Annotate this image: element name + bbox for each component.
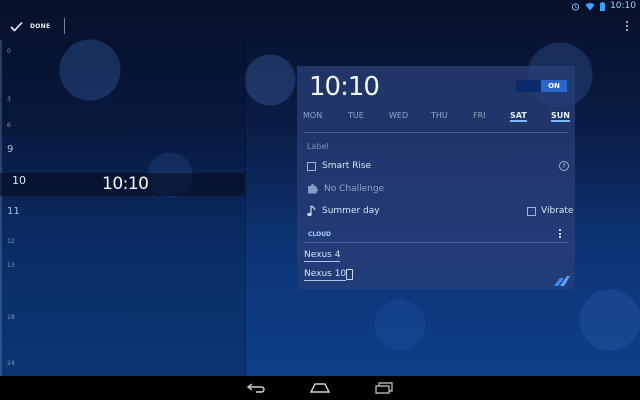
back-button[interactable] (246, 379, 266, 397)
phone-icon (346, 269, 353, 280)
timeline-current-time: 10:10 (102, 174, 149, 194)
screen: 10:10 DONE 0 3 6 9 10 11 12 13 18 24 10:10 10:10 … (0, 0, 640, 376)
hour-mark: 9 (7, 144, 14, 155)
home-button[interactable] (310, 379, 330, 397)
vibrate-row[interactable]: Vibrate (527, 206, 573, 216)
recent-apps-button[interactable] (374, 379, 394, 397)
navigation-bar (0, 376, 640, 400)
recent-apps-icon (375, 382, 393, 394)
days-row: MON TUE WED THU FRI SAT SUN (303, 111, 570, 123)
app-logo-icon (554, 276, 570, 286)
menu-dot-icon (559, 232, 561, 235)
status-time: 10:10 (610, 1, 636, 11)
hour-mark: 10 (12, 174, 26, 187)
alarm-card: 10:10 ON MON TUE WED THU FRI SAT SUN Label Sma… (297, 66, 575, 289)
overflow-dot-icon (626, 21, 628, 23)
device-nexus-4[interactable]: Nexus 4 (304, 250, 341, 262)
vibrate-checkbox[interactable] (527, 206, 536, 216)
day-toggle-mon[interactable]: MON (303, 111, 322, 120)
divider (304, 242, 568, 243)
hour-mark: 18 (7, 314, 15, 321)
done-label: DONE (30, 22, 51, 30)
done-button[interactable]: DONE (10, 12, 50, 40)
battery-icon (600, 1, 606, 11)
timeline-panel (0, 40, 246, 376)
status-bar: 10:10 (0, 0, 640, 12)
alarm-toggle[interactable]: ON (516, 80, 567, 92)
device-nexus-10[interactable]: Nexus 10 (304, 269, 347, 281)
day-toggle-sun[interactable]: SUN (551, 111, 570, 122)
hour-mark: 3 (7, 96, 11, 103)
wifi-icon (585, 2, 595, 10)
action-bar: DONE (0, 12, 640, 40)
hour-mark: 13 (7, 262, 15, 269)
menu-dot-icon (559, 229, 561, 231)
alarm-time[interactable]: 10:10 (309, 72, 380, 102)
smart-rise-checkbox[interactable] (307, 161, 316, 171)
challenge-row[interactable]: No Challenge (307, 183, 384, 194)
alarm-icon (571, 2, 580, 11)
day-toggle-fri[interactable]: FRI (473, 111, 486, 120)
timeline[interactable]: 0 3 6 9 10 11 12 13 18 24 10:10 (0, 40, 246, 376)
alarm-toggle-on: ON (541, 80, 567, 92)
smart-rise-label: Smart Rise (322, 161, 372, 171)
label-input[interactable]: Label (307, 142, 329, 151)
status-icons: 10:10 (571, 0, 636, 12)
cloud-menu-button[interactable] (559, 229, 561, 238)
hour-mark: 11 (7, 206, 20, 217)
ringtone-row[interactable]: Summer day (307, 205, 380, 217)
timeline-ruler (0, 40, 2, 376)
divider (304, 132, 568, 133)
smart-rise-row[interactable]: Smart Rise (307, 161, 371, 171)
day-toggle-sat[interactable]: SAT (510, 111, 527, 122)
back-icon (247, 383, 265, 393)
music-note-icon (307, 205, 316, 217)
home-icon (310, 383, 330, 393)
hour-mark: 12 (7, 238, 15, 245)
overflow-menu-button[interactable] (622, 16, 632, 36)
vibrate-label: Vibrate (541, 206, 574, 216)
day-toggle-thu[interactable]: THU (431, 111, 448, 120)
puzzle-icon (308, 184, 318, 194)
cloud-section-header: CLOUD (308, 231, 331, 238)
action-bar-divider (64, 18, 65, 34)
challenge-label: No Challenge (324, 183, 385, 194)
menu-dot-icon (559, 236, 561, 238)
hour-mark: 24 (7, 360, 15, 367)
day-toggle-wed[interactable]: WED (389, 111, 408, 120)
ringtone-label: Summer day (322, 206, 380, 216)
hour-mark: 6 (7, 122, 11, 129)
overflow-dot-icon (626, 29, 628, 31)
help-icon[interactable]: ? (559, 161, 569, 171)
overflow-dot-icon (626, 25, 628, 27)
hour-mark: 0 (7, 48, 11, 55)
check-icon (10, 21, 23, 32)
day-toggle-tue[interactable]: TUE (348, 111, 364, 120)
